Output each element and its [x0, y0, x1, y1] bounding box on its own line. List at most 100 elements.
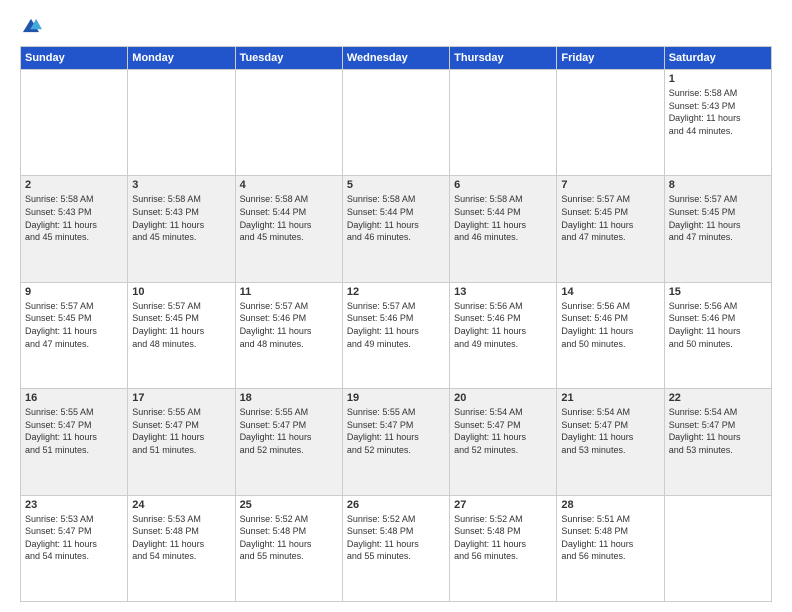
calendar-cell: 28 Sunrise: 5:51 AM Sunset: 5:48 PM Dayli…: [557, 495, 664, 601]
day-number: 17: [132, 392, 230, 404]
weekday-header-row: SundayMondayTuesdayWednesdayThursdayFrid…: [21, 47, 772, 70]
day-info: Sunrise: 5:57 AM Sunset: 5:45 PM Dayligh…: [669, 193, 767, 243]
day-info: Sunrise: 5:57 AM Sunset: 5:45 PM Dayligh…: [132, 300, 230, 350]
calendar-cell: 16 Sunrise: 5:55 AM Sunset: 5:47 PM Dayli…: [21, 389, 128, 495]
calendar-week-row: 16 Sunrise: 5:55 AM Sunset: 5:47 PM Dayli…: [21, 389, 772, 495]
calendar-cell: 5Sunrise: 5:58 AM Sunset: 5:44 PM Daylig…: [342, 176, 449, 282]
calendar-cell: [557, 70, 664, 176]
calendar-cell: 26 Sunrise: 5:52 AM Sunset: 5:48 PM Dayli…: [342, 495, 449, 601]
day-number: 28: [561, 499, 659, 511]
calendar-cell: 21 Sunrise: 5:54 AM Sunset: 5:47 PM Dayli…: [557, 389, 664, 495]
day-number: 2: [25, 179, 123, 191]
calendar-cell: 19 Sunrise: 5:55 AM Sunset: 5:47 PM Dayli…: [342, 389, 449, 495]
calendar-cell: 11 Sunrise: 5:57 AM Sunset: 5:46 PM Dayli…: [235, 282, 342, 388]
day-number: 4: [240, 179, 338, 191]
weekday-header-friday: Friday: [557, 47, 664, 70]
day-number: 12: [347, 286, 445, 298]
day-number: 23: [25, 499, 123, 511]
day-number: 8: [669, 179, 767, 191]
logo: [20, 16, 46, 38]
day-number: 19: [347, 392, 445, 404]
calendar-cell: [450, 70, 557, 176]
header: [20, 16, 772, 38]
day-number: 20: [454, 392, 552, 404]
calendar-cell: 2 Sunrise: 5:58 AM Sunset: 5:43 PM Daylig…: [21, 176, 128, 282]
calendar-cell: 13 Sunrise: 5:56 AM Sunset: 5:46 PM Dayli…: [450, 282, 557, 388]
calendar-cell: 14 Sunrise: 5:56 AM Sunset: 5:46 PM Dayli…: [557, 282, 664, 388]
day-info: Sunrise: 5:54 AM Sunset: 5:47 PM Dayligh…: [561, 406, 659, 456]
day-info: Sunrise: 5:54 AM Sunset: 5:47 PM Dayligh…: [454, 406, 552, 456]
day-number: 22: [669, 392, 767, 404]
day-number: 16: [25, 392, 123, 404]
day-info: Sunrise: 5:57 AM Sunset: 5:45 PM Dayligh…: [561, 193, 659, 243]
day-number: 14: [561, 286, 659, 298]
calendar-cell: 22 Sunrise: 5:54 AM Sunset: 5:47 PM Dayli…: [664, 389, 771, 495]
day-info: Sunrise: 5:56 AM Sunset: 5:46 PM Dayligh…: [454, 300, 552, 350]
day-number: 7: [561, 179, 659, 191]
weekday-header-tuesday: Tuesday: [235, 47, 342, 70]
calendar-cell: 18Sunrise: 5:55 AM Sunset: 5:47 PM Dayli…: [235, 389, 342, 495]
day-info: Sunrise: 5:57 AM Sunset: 5:46 PM Dayligh…: [240, 300, 338, 350]
day-info: Sunrise: 5:55 AM Sunset: 5:47 PM Dayligh…: [25, 406, 123, 456]
weekday-header-thursday: Thursday: [450, 47, 557, 70]
day-number: 6: [454, 179, 552, 191]
weekday-header-sunday: Sunday: [21, 47, 128, 70]
day-number: 5: [347, 179, 445, 191]
day-info: Sunrise: 5:58 AM Sunset: 5:43 PM Dayligh…: [669, 87, 767, 137]
day-info: Sunrise: 5:52 AM Sunset: 5:48 PM Dayligh…: [454, 513, 552, 563]
weekday-header-monday: Monday: [128, 47, 235, 70]
calendar-cell: 1 Sunrise: 5:58 AM Sunset: 5:43 PM Daylig…: [664, 70, 771, 176]
calendar-cell: 25 Sunrise: 5:52 AM Sunset: 5:48 PM Dayli…: [235, 495, 342, 601]
calendar-cell: 9Sunrise: 5:57 AM Sunset: 5:45 PM Daylig…: [21, 282, 128, 388]
day-number: 10: [132, 286, 230, 298]
calendar-week-row: 23 Sunrise: 5:53 AM Sunset: 5:47 PM Dayli…: [21, 495, 772, 601]
calendar-week-row: 9Sunrise: 5:57 AM Sunset: 5:45 PM Daylig…: [21, 282, 772, 388]
day-number: 24: [132, 499, 230, 511]
day-number: 1: [669, 73, 767, 85]
day-info: Sunrise: 5:55 AM Sunset: 5:47 PM Dayligh…: [347, 406, 445, 456]
day-info: Sunrise: 5:55 AM Sunset: 5:47 PM Dayligh…: [132, 406, 230, 456]
calendar-cell: 23 Sunrise: 5:53 AM Sunset: 5:47 PM Dayli…: [21, 495, 128, 601]
weekday-header-saturday: Saturday: [664, 47, 771, 70]
day-info: Sunrise: 5:57 AM Sunset: 5:45 PM Dayligh…: [25, 300, 123, 350]
calendar-cell: [664, 495, 771, 601]
day-number: 13: [454, 286, 552, 298]
calendar-cell: 20 Sunrise: 5:54 AM Sunset: 5:47 PM Dayli…: [450, 389, 557, 495]
calendar-cell: 27 Sunrise: 5:52 AM Sunset: 5:48 PM Dayli…: [450, 495, 557, 601]
day-info: Sunrise: 5:55 AM Sunset: 5:47 PM Dayligh…: [240, 406, 338, 456]
calendar-cell: [235, 70, 342, 176]
calendar-cell: 3 Sunrise: 5:58 AM Sunset: 5:43 PM Daylig…: [128, 176, 235, 282]
calendar-cell: 7 Sunrise: 5:57 AM Sunset: 5:45 PM Daylig…: [557, 176, 664, 282]
calendar-table: SundayMondayTuesdayWednesdayThursdayFrid…: [20, 46, 772, 602]
day-info: Sunrise: 5:56 AM Sunset: 5:46 PM Dayligh…: [561, 300, 659, 350]
day-info: Sunrise: 5:58 AM Sunset: 5:44 PM Dayligh…: [454, 193, 552, 243]
calendar-cell: 17 Sunrise: 5:55 AM Sunset: 5:47 PM Dayli…: [128, 389, 235, 495]
day-info: Sunrise: 5:53 AM Sunset: 5:48 PM Dayligh…: [132, 513, 230, 563]
logo-icon: [20, 16, 42, 38]
calendar-cell: 4 Sunrise: 5:58 AM Sunset: 5:44 PM Daylig…: [235, 176, 342, 282]
calendar-cell: 8 Sunrise: 5:57 AM Sunset: 5:45 PM Daylig…: [664, 176, 771, 282]
day-number: 11: [240, 286, 338, 298]
calendar-cell: 10 Sunrise: 5:57 AM Sunset: 5:45 PM Dayli…: [128, 282, 235, 388]
day-number: 27: [454, 499, 552, 511]
day-info: Sunrise: 5:54 AM Sunset: 5:47 PM Dayligh…: [669, 406, 767, 456]
day-number: 21: [561, 392, 659, 404]
calendar-cell: 15Sunrise: 5:56 AM Sunset: 5:46 PM Dayli…: [664, 282, 771, 388]
day-number: 3: [132, 179, 230, 191]
day-number: 26: [347, 499, 445, 511]
day-number: 25: [240, 499, 338, 511]
day-info: Sunrise: 5:51 AM Sunset: 5:48 PM Dayligh…: [561, 513, 659, 563]
calendar-cell: 12 Sunrise: 5:57 AM Sunset: 5:46 PM Dayli…: [342, 282, 449, 388]
day-info: Sunrise: 5:52 AM Sunset: 5:48 PM Dayligh…: [347, 513, 445, 563]
day-info: Sunrise: 5:58 AM Sunset: 5:43 PM Dayligh…: [25, 193, 123, 243]
page: SundayMondayTuesdayWednesdayThursdayFrid…: [0, 0, 792, 612]
day-info: Sunrise: 5:52 AM Sunset: 5:48 PM Dayligh…: [240, 513, 338, 563]
day-info: Sunrise: 5:53 AM Sunset: 5:47 PM Dayligh…: [25, 513, 123, 563]
day-info: Sunrise: 5:58 AM Sunset: 5:43 PM Dayligh…: [132, 193, 230, 243]
calendar-cell: [21, 70, 128, 176]
calendar-cell: [342, 70, 449, 176]
day-info: Sunrise: 5:58 AM Sunset: 5:44 PM Dayligh…: [240, 193, 338, 243]
calendar-cell: 24 Sunrise: 5:53 AM Sunset: 5:48 PM Dayli…: [128, 495, 235, 601]
day-info: Sunrise: 5:57 AM Sunset: 5:46 PM Dayligh…: [347, 300, 445, 350]
calendar-week-row: 2 Sunrise: 5:58 AM Sunset: 5:43 PM Daylig…: [21, 176, 772, 282]
